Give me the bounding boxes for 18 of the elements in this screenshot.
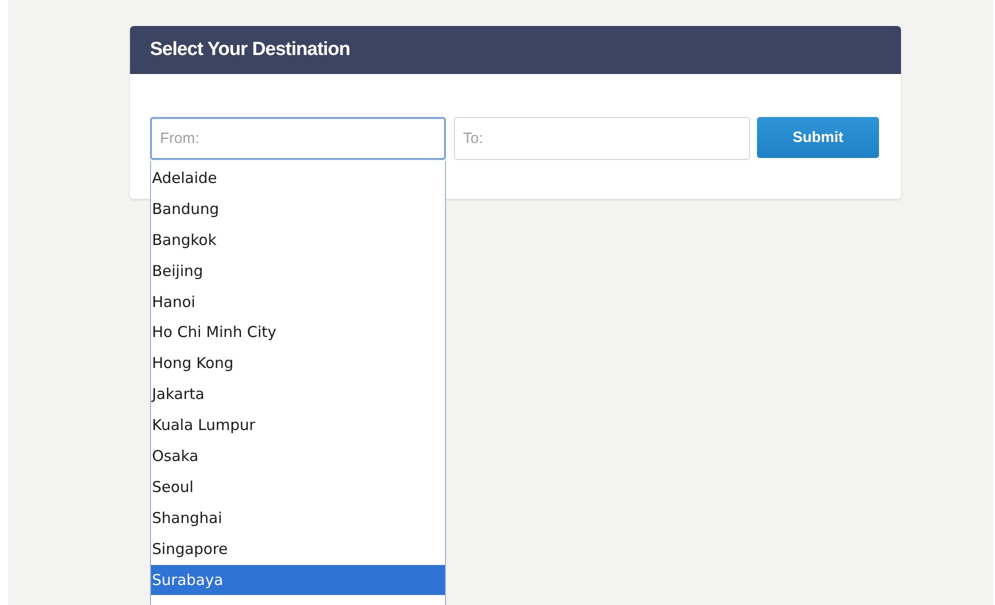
dropdown-option[interactable]: Ho Chi Minh City <box>151 317 445 348</box>
dropdown-option[interactable]: Hanoi <box>151 286 445 318</box>
dropdown-option[interactable]: Surabaya <box>151 564 445 596</box>
submit-button[interactable]: Submit <box>757 117 879 158</box>
dropdown-option[interactable]: Kuala Lumpur <box>151 410 445 442</box>
dropdown-option[interactable]: Hong Kong <box>151 348 445 380</box>
to-field[interactable]: To: <box>454 117 750 160</box>
dropdown-option[interactable]: Osaka <box>151 441 445 472</box>
dropdown-option[interactable]: Singapore <box>151 534 445 565</box>
dropdown-option[interactable]: Adelaide <box>151 163 445 194</box>
from-field[interactable]: From: <box>150 117 446 160</box>
dropdown-option[interactable]: Bandung <box>151 194 445 225</box>
dropdown-option[interactable]: Bangkok <box>151 224 445 256</box>
dropdown-option[interactable]: Jakarta <box>151 379 445 410</box>
dropdown-option[interactable]: Beijing <box>151 256 445 287</box>
dropdown-option[interactable]: Seoul <box>151 472 445 503</box>
panel-title: Select Your Destination <box>150 39 350 61</box>
dropdown-option[interactable]: Shanghai <box>151 502 445 534</box>
